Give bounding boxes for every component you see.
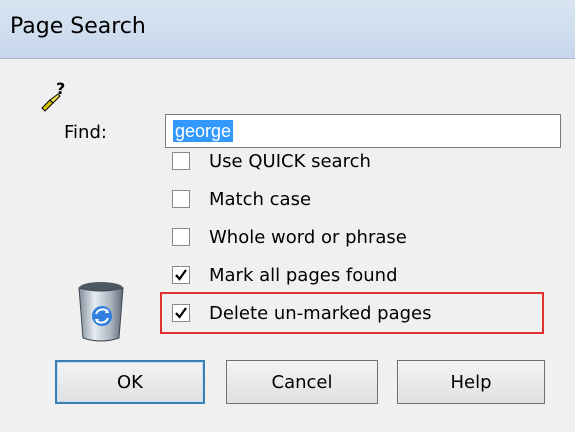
ok-button[interactable]: OK (55, 360, 205, 404)
find-label: Find: (64, 122, 107, 143)
checkbox[interactable] (172, 152, 190, 170)
option-label: Whole word or phrase (209, 226, 407, 248)
checkbox[interactable] (172, 304, 190, 322)
option-use-quick-search[interactable]: Use QUICK search (172, 148, 371, 174)
help-button[interactable]: Help (397, 360, 545, 404)
find-input-value: george (173, 120, 234, 142)
option-label: Match case (209, 188, 312, 210)
checkbox[interactable] (172, 228, 190, 246)
checkbox[interactable] (172, 266, 190, 284)
checkmark-icon (175, 307, 187, 319)
checkmark-icon (175, 269, 187, 281)
help-pointer-icon[interactable]: ? (38, 80, 74, 116)
option-label: Mark all pages found (209, 264, 398, 286)
svg-text:?: ? (56, 80, 65, 98)
window-title: Page Search (10, 14, 146, 39)
recycle-bin-icon (78, 282, 124, 342)
option-label: Use QUICK search (209, 150, 371, 172)
option-label: Delete un-marked pages (209, 302, 432, 324)
find-input[interactable]: george (165, 114, 561, 148)
option-mark-all-pages[interactable]: Mark all pages found (172, 262, 398, 288)
checkbox[interactable] (172, 190, 190, 208)
option-match-case[interactable]: Match case (172, 186, 311, 212)
option-delete-unmarked-pages[interactable]: Delete un-marked pages (172, 300, 431, 326)
title-bar: Page Search (0, 0, 575, 59)
option-whole-word[interactable]: Whole word or phrase (172, 224, 407, 250)
cancel-button[interactable]: Cancel (226, 360, 378, 404)
